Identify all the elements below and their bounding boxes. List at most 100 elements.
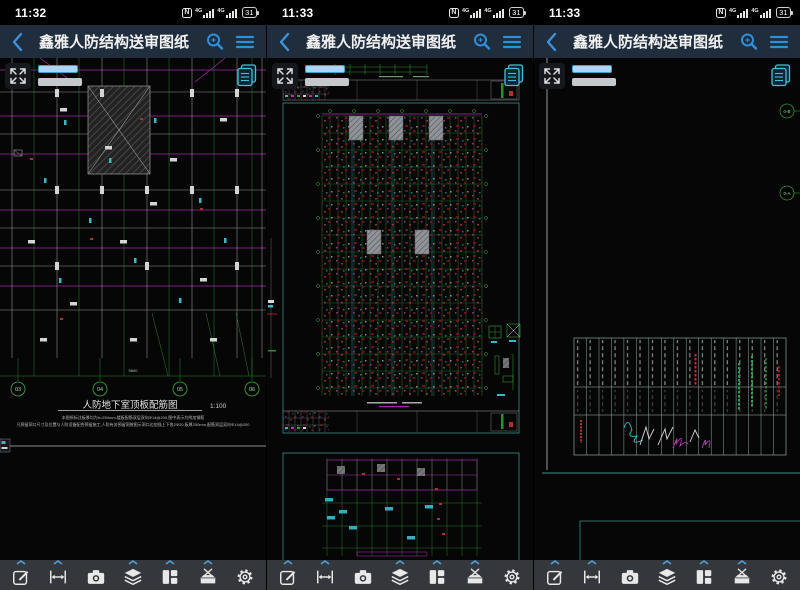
measure-icon: [582, 567, 602, 587]
view-progress-bar-blue[interactable]: [38, 65, 78, 73]
back-chevron-icon: [545, 32, 557, 52]
back-button[interactable]: [276, 30, 292, 54]
sheet-title: 人防地下室顶板配筋图: [82, 399, 177, 411]
caret-up-icon: [128, 560, 138, 565]
layers-icon: [390, 567, 410, 587]
layers-tool-button[interactable]: [120, 560, 146, 587]
expand-arrows-icon: [543, 67, 561, 85]
status-icons: N 4G 4G 31: [716, 7, 791, 18]
grid-bubble-label: 05: [177, 387, 183, 393]
status-bar: 11:33 N 4G 4G 31: [534, 0, 800, 25]
zoom-search-button[interactable]: [203, 30, 227, 54]
toolbox-tool-button[interactable]: [462, 560, 488, 587]
signal-icon-2: 4G: [484, 8, 503, 18]
edit-tool-button[interactable]: [8, 560, 34, 587]
sheet-list-button[interactable]: [234, 62, 260, 90]
drawing-canvas-1[interactable]: 03 04 05 06 5600 人防地下室顶板配筋图 1:100 本图所标注板…: [0, 58, 266, 560]
view-progress-bar-blue[interactable]: [572, 65, 612, 73]
page-title: 鑫雅人防结构送审图纸: [31, 31, 197, 52]
menu-button[interactable]: [767, 30, 791, 54]
measure-icon: [48, 567, 68, 587]
caret-up-icon: [432, 560, 442, 565]
sheet-note-2: 凡预留洞口尺寸及位置与人防设备配合预留施工,人防有关预留洞按图示洞口边加强上下各…: [17, 421, 251, 427]
cad-drawing-sheet-overview: [267, 58, 533, 560]
measure-tool-button[interactable]: [579, 560, 605, 587]
measure-tool-button[interactable]: [45, 560, 71, 587]
fullscreen-button[interactable]: [272, 63, 298, 89]
magnifier-icon: [738, 31, 760, 53]
bottom-toolbar: [267, 560, 533, 590]
layout-blocks-icon: [427, 567, 447, 587]
layers-tool-button[interactable]: [387, 560, 413, 587]
caret-up-icon: [699, 560, 709, 565]
status-time: 11:32: [15, 6, 47, 20]
caret-up-icon: [320, 560, 330, 565]
page-title: 鑫雅人防结构送审图纸: [565, 31, 731, 52]
layout-tool-button[interactable]: [157, 560, 183, 587]
status-time: 11:33: [282, 6, 314, 20]
view-progress-bar-blue[interactable]: [305, 65, 345, 73]
stacked-sheets-icon: [235, 63, 259, 89]
layers-tool-button[interactable]: [654, 560, 680, 587]
toolbox-icon: [732, 567, 752, 587]
battery-icon: 31: [776, 7, 791, 18]
camera-tool-button[interactable]: [617, 560, 643, 587]
back-button[interactable]: [9, 30, 25, 54]
three-screenshot-strip: 11:32 N 4G 4G 31 鑫雅人防结构送审图纸: [0, 0, 800, 590]
menu-button[interactable]: [500, 30, 524, 54]
camera-tool-button[interactable]: [83, 560, 109, 587]
status-icons: N 4G 4G 31: [449, 7, 524, 18]
nfc-icon: N: [182, 8, 192, 18]
caret-up-icon: [395, 560, 405, 565]
drawing-canvas-3[interactable]: 0-B 0-A: [534, 58, 800, 560]
settings-tool-button[interactable]: [232, 560, 258, 587]
caret-up-icon: [53, 560, 63, 565]
fullscreen-button[interactable]: [539, 63, 565, 89]
app-title-bar: 鑫雅人防结构送审图纸: [534, 25, 800, 58]
zoom-search-button[interactable]: [470, 30, 494, 54]
drawing-canvas-2[interactable]: [267, 58, 533, 560]
measure-tool-button[interactable]: [312, 560, 338, 587]
nfc-icon: N: [716, 8, 726, 18]
layout-tool-button[interactable]: [424, 560, 450, 587]
zoom-search-button[interactable]: [737, 30, 761, 54]
caret-up-icon: [203, 560, 213, 565]
cad-drawing-slab-plan: 03 04 05 06 5600 人防地下室顶板配筋图 1:100 本图所标注板…: [0, 58, 266, 560]
caret-up-icon: [470, 560, 480, 565]
status-bar: 11:32 N 4G 4G 31: [0, 0, 266, 25]
caret-up-icon: [16, 560, 26, 565]
caret-up-icon: [737, 560, 747, 565]
layout-tool-button[interactable]: [691, 560, 717, 587]
toolbox-icon: [198, 567, 218, 587]
menu-button[interactable]: [233, 30, 257, 54]
layers-icon: [123, 567, 143, 587]
edit-tool-button[interactable]: [275, 560, 301, 587]
toolbox-tool-button[interactable]: [729, 560, 755, 587]
sheet-list-button[interactable]: [501, 62, 527, 90]
sheet-note-1: 本图所标注板厚均为h=250mm,楼板配筋双层双向Φ14@200,图中表示为附加…: [62, 414, 205, 420]
back-chevron-icon: [278, 32, 290, 52]
settings-tool-button[interactable]: [766, 560, 792, 587]
app-title-bar: 鑫雅人防结构送审图纸: [0, 25, 266, 58]
edit-tool-button[interactable]: [542, 560, 568, 587]
back-chevron-icon: [11, 32, 23, 52]
view-progress-bar-gray[interactable]: [572, 78, 616, 86]
camera-icon: [620, 567, 640, 587]
axis-bubble-label: 0-A: [783, 191, 790, 196]
grid-bubble-label: 03: [15, 387, 21, 393]
view-progress-bar-gray[interactable]: [305, 78, 349, 86]
layout-blocks-icon: [694, 567, 714, 587]
fullscreen-button[interactable]: [5, 63, 31, 89]
settings-tool-button[interactable]: [499, 560, 525, 587]
expand-arrows-icon: [9, 67, 27, 85]
view-progress-bar-gray[interactable]: [38, 78, 82, 86]
back-button[interactable]: [543, 30, 559, 54]
camera-icon: [353, 567, 373, 587]
stacked-sheets-icon: [769, 63, 793, 89]
caret-up-icon: [587, 560, 597, 565]
pencil-square-icon: [11, 567, 31, 587]
toolbox-tool-button[interactable]: [195, 560, 221, 587]
signal-icon: 4G: [729, 8, 748, 18]
sheet-list-button[interactable]: [768, 62, 794, 90]
camera-tool-button[interactable]: [350, 560, 376, 587]
